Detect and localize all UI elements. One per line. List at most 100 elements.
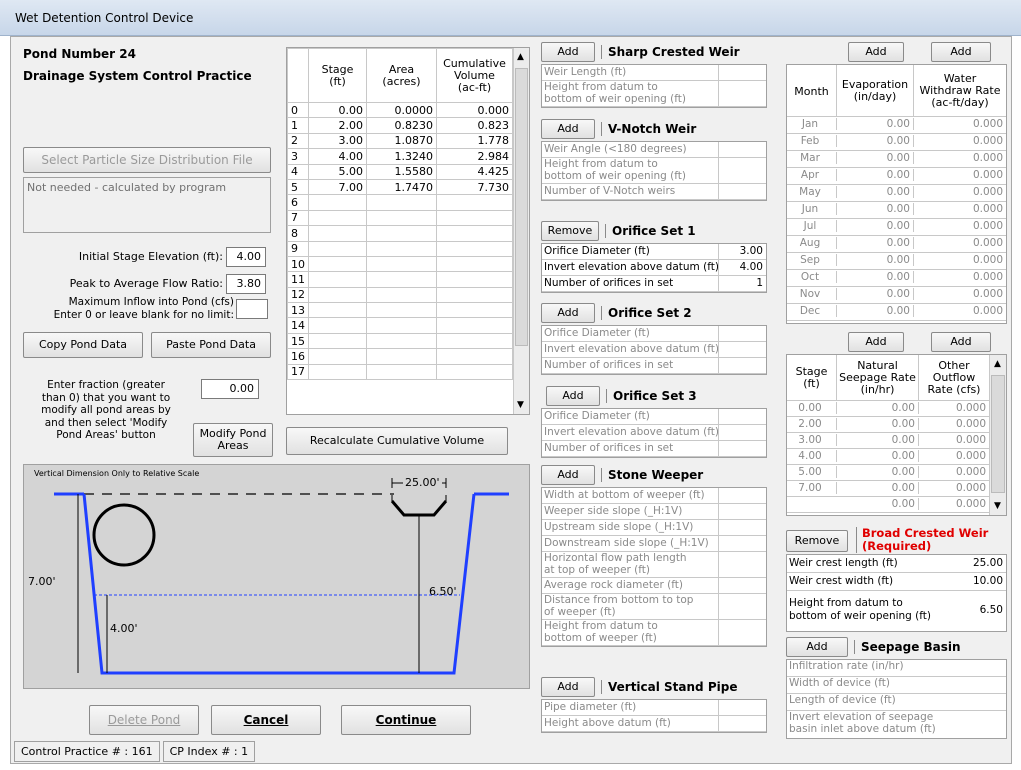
- volume-cell[interactable]: 0.823: [436, 117, 513, 134]
- monthly-row[interactable]: Feb 0.00 0.000: [787, 134, 1006, 151]
- scroll-down-icon[interactable]: ▼: [517, 400, 524, 410]
- area-cell[interactable]: 0.8230: [366, 117, 437, 134]
- stage-cell[interactable]: [308, 240, 367, 257]
- stone-weeper-table[interactable]: Width at bottom of weeper (ft) Weeper sid…: [541, 487, 767, 647]
- broad-row-width[interactable]: Weir crest width (ft) 10.00: [787, 573, 1006, 591]
- area-cell[interactable]: [366, 209, 437, 227]
- sharp-crested-weir-table[interactable]: Weir Length (ft) Height from datum to bot…: [541, 64, 767, 108]
- seepage-scrollbar[interactable]: ▲ ▼: [989, 355, 1006, 515]
- add-orifice-set-3-button[interactable]: Add: [546, 386, 600, 406]
- seepage-scroll-thumb[interactable]: [991, 375, 1005, 493]
- vertical-stand-pipe-row[interactable]: Height above datum (ft): [542, 716, 766, 732]
- orifice-set-3-row[interactable]: Invert elevation above datum (ft): [542, 425, 766, 441]
- seepage-row[interactable]: 5.00 0.00 0.000: [787, 465, 989, 481]
- stone-weeper-row[interactable]: Average rock diameter (ft): [542, 578, 766, 594]
- natural-seepage-cell[interactable]: 0.00: [837, 482, 919, 494]
- monthly-row[interactable]: Jun 0.00 0.000: [787, 202, 1006, 219]
- stone-weeper-row[interactable]: Width at bottom of weeper (ft): [542, 488, 766, 504]
- withdraw-cell[interactable]: 0.000: [914, 288, 1006, 300]
- other-outflow-cell[interactable]: 0.000: [919, 482, 989, 494]
- stage-cell[interactable]: [308, 302, 367, 319]
- area-cell[interactable]: 0.0000: [366, 101, 437, 119]
- stage-row[interactable]: 16: [287, 348, 513, 365]
- stage-table-scrollbar[interactable]: ▲ ▼: [513, 48, 529, 414]
- v-notch-weir-row[interactable]: Height from datum to bottom of weir open…: [542, 158, 766, 184]
- volume-cell[interactable]: [436, 209, 513, 227]
- withdraw-cell[interactable]: 0.000: [914, 169, 1006, 181]
- volume-cell[interactable]: 0.000: [436, 101, 513, 119]
- stage-cell[interactable]: 4.00: [308, 148, 367, 165]
- stage-row[interactable]: 6: [287, 194, 513, 211]
- add-v-notch-weir-button[interactable]: Add: [541, 119, 595, 139]
- withdraw-cell[interactable]: 0.000: [914, 237, 1006, 249]
- orifice-set-1-table[interactable]: Orifice Diameter (ft) 3.00 Invert elevatio…: [541, 243, 767, 293]
- stage-row[interactable]: 8: [287, 225, 513, 242]
- stone-weeper-row[interactable]: Horizontal flow path length at top of we…: [542, 552, 766, 578]
- volume-cell[interactable]: [436, 302, 513, 319]
- other-outflow-cell[interactable]: 0.000: [919, 402, 989, 414]
- withdraw-cell[interactable]: 0.000: [914, 135, 1006, 147]
- stage-row[interactable]: 1 2.00 0.8230 0.823: [287, 117, 513, 134]
- area-cell[interactable]: 1.5580: [366, 163, 437, 180]
- monthly-row[interactable]: Mar 0.00 0.000: [787, 151, 1006, 168]
- v-notch-weir-row[interactable]: Number of V-Notch weirs: [542, 184, 766, 200]
- area-cell[interactable]: [366, 194, 437, 211]
- seepage-scroll-up-icon[interactable]: ▲: [994, 359, 1001, 369]
- monthly-row[interactable]: Jan 0.00 0.000: [787, 117, 1006, 134]
- evaporation-cell[interactable]: 0.00: [837, 220, 914, 232]
- evaporation-cell[interactable]: 0.00: [837, 254, 914, 266]
- orifice-set-1-row[interactable]: Orifice Diameter (ft) 3.00: [542, 244, 766, 260]
- withdraw-cell[interactable]: 0.000: [914, 220, 1006, 232]
- stage-row[interactable]: 17: [287, 363, 513, 381]
- basin-row-width[interactable]: Width of device (ft): [787, 677, 1006, 694]
- evaporation-cell[interactable]: 0.00: [837, 186, 914, 198]
- area-cell[interactable]: [366, 286, 437, 304]
- stage-cell[interactable]: [308, 194, 367, 211]
- orifice-set-2-table[interactable]: Orifice Diameter (ft) Invert elevation ab…: [541, 325, 767, 375]
- evaporation-cell[interactable]: 0.00: [837, 271, 914, 283]
- stage-cell[interactable]: [308, 209, 367, 227]
- seepage-stage-cell[interactable]: 4.00: [787, 450, 837, 462]
- stage-cell[interactable]: [308, 363, 367, 381]
- add-sharp-crested-weir-button[interactable]: Add: [541, 42, 595, 62]
- stage-cell[interactable]: [308, 286, 367, 304]
- withdraw-cell[interactable]: 0.000: [914, 254, 1006, 266]
- stage-cell[interactable]: 3.00: [308, 132, 367, 150]
- add-stone-weeper-button[interactable]: Add: [541, 465, 595, 485]
- area-cell[interactable]: [366, 348, 437, 365]
- continue-button[interactable]: Continue: [341, 705, 471, 735]
- scroll-up-icon[interactable]: ▲: [517, 52, 524, 62]
- natural-seepage-cell[interactable]: 0.00: [837, 466, 919, 478]
- stage-cell[interactable]: [308, 225, 367, 242]
- add-vertical-stand-pipe-button[interactable]: Add: [541, 677, 595, 697]
- stage-cell[interactable]: [308, 348, 367, 365]
- stage-cell[interactable]: [308, 255, 367, 273]
- volume-cell[interactable]: [436, 332, 513, 350]
- evaporation-cell[interactable]: 0.00: [837, 135, 914, 147]
- basin-row-length[interactable]: Length of device (ft): [787, 694, 1006, 711]
- area-cell[interactable]: [366, 255, 437, 273]
- sharp-crested-weir-row[interactable]: Weir Length (ft): [542, 65, 766, 81]
- withdraw-cell[interactable]: 0.000: [914, 305, 1006, 317]
- stone-weeper-row[interactable]: Downstream side slope (_H:1V): [542, 536, 766, 552]
- peak-ratio-input[interactable]: 3.80: [226, 274, 266, 294]
- natural-seepage-cell[interactable]: 0.00: [837, 402, 919, 414]
- volume-cell[interactable]: [436, 255, 513, 273]
- broad-row-height[interactable]: Height from datum to bottom of weir open…: [787, 591, 1006, 631]
- withdraw-cell[interactable]: 0.000: [914, 152, 1006, 164]
- orifice-set-2-row[interactable]: Orifice Diameter (ft): [542, 326, 766, 342]
- natural-seepage-cell[interactable]: 0.00: [837, 498, 919, 510]
- vertical-stand-pipe-row[interactable]: Pipe diameter (ft): [542, 700, 766, 716]
- volume-cell[interactable]: [436, 225, 513, 242]
- fraction-input[interactable]: 0.00: [201, 379, 259, 399]
- natural-seepage-cell[interactable]: 0.00: [837, 418, 919, 430]
- seepage-scroll-down-icon[interactable]: ▼: [994, 501, 1001, 511]
- v-notch-weir-row[interactable]: Weir Angle (<180 degrees): [542, 142, 766, 158]
- delete-pond-button[interactable]: Delete Pond: [89, 705, 199, 735]
- monthly-row[interactable]: Jul 0.00 0.000: [787, 219, 1006, 236]
- basin-row-invert[interactable]: Invert elevation of seepage basin inlet …: [787, 711, 1006, 738]
- sharp-crested-weir-row[interactable]: Height from datum to bottom of weir open…: [542, 81, 766, 107]
- modify-pond-areas-button[interactable]: Modify Pond Areas: [193, 423, 273, 457]
- volume-cell[interactable]: [436, 271, 513, 288]
- cancel-button[interactable]: Cancel: [211, 705, 321, 735]
